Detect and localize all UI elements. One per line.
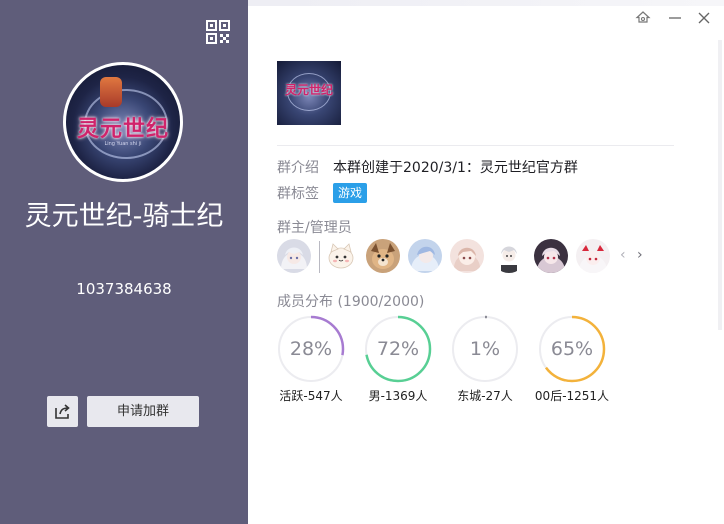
tag-label: 群标签	[277, 186, 319, 202]
members-label: 成员分布 (1900/2000)	[277, 294, 425, 310]
group-profile-window: 灵元世纪 Ling Yuan shi ji 灵元世纪-骑士纪 103738463…	[0, 0, 724, 524]
admin-avatar[interactable]	[408, 239, 442, 273]
stat-caption: 活跃-547人	[279, 389, 343, 403]
admins-label: 群主/管理员	[277, 220, 352, 236]
join-group-button[interactable]: 申请加群	[87, 396, 199, 427]
admin-avatar[interactable]	[324, 239, 358, 273]
intro-label: 群介绍	[277, 160, 319, 176]
share-icon	[55, 404, 70, 419]
qr-code-icon[interactable]	[206, 20, 230, 44]
admin-avatar[interactable]	[492, 239, 526, 273]
avatar-logo-text: 灵元世纪	[76, 116, 169, 142]
avatar-logo-text: 灵元世纪	[284, 83, 333, 97]
admin-avatar[interactable]	[277, 239, 311, 273]
admin-avatar[interactable]	[450, 239, 484, 273]
stat-percent: 65%	[550, 338, 594, 360]
group-tag-badge[interactable]: 游戏	[333, 183, 368, 203]
stat-caption: 男-1369人	[368, 389, 428, 403]
group-sidebar: 灵元世纪 Ling Yuan shi ji 灵元世纪-骑士纪 103738463…	[0, 0, 248, 524]
admin-avatar[interactable]	[366, 239, 400, 273]
stat-percent: 28%	[289, 338, 333, 360]
pin-icon[interactable]	[634, 9, 652, 27]
intro-value: 本群创建于2020/3/1：灵元世纪官方群	[333, 160, 578, 176]
close-icon[interactable]	[695, 9, 713, 27]
group-id: 1037384638	[76, 280, 172, 298]
stat-percent: 72%	[376, 338, 420, 360]
share-button[interactable]	[47, 396, 78, 427]
chevron-right-icon[interactable]: ›	[637, 247, 647, 263]
group-avatar-large[interactable]: 灵元世纪 Ling Yuan shi ji	[63, 62, 183, 182]
group-name: 灵元世纪-骑士纪	[24, 201, 224, 232]
scrollbar[interactable]	[718, 40, 722, 330]
avatar-sub-text: Ling Yuan shi ji	[104, 141, 142, 147]
admin-avatar[interactable]	[534, 239, 568, 273]
chevron-left-icon[interactable]: ‹	[620, 247, 630, 263]
divider	[277, 145, 674, 146]
stat-caption: 00后-1251人	[534, 389, 610, 403]
minimize-icon[interactable]	[666, 9, 684, 27]
avatar-character	[100, 77, 122, 107]
stat-percent: 1%	[469, 338, 501, 360]
admin-avatar[interactable]	[576, 239, 610, 273]
stat-caption: 东城-27人	[457, 389, 513, 403]
admin-separator	[319, 241, 320, 273]
group-avatar-small[interactable]: 灵元世纪	[277, 61, 341, 125]
